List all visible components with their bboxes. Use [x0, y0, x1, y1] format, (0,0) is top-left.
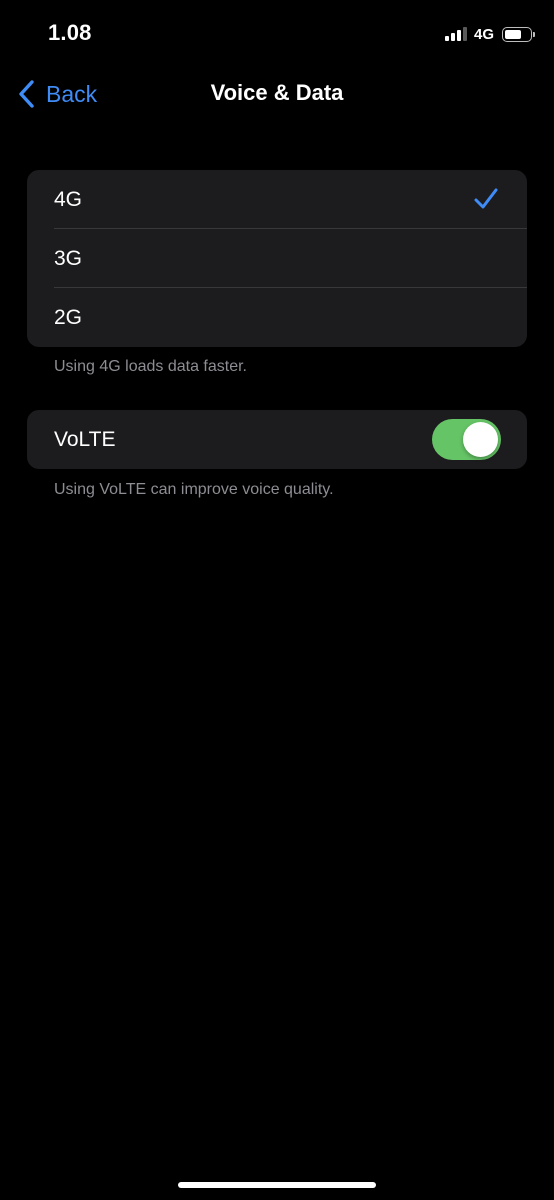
network-option-3g[interactable]: 3G — [27, 229, 527, 288]
network-footnote: Using 4G loads data faster. — [54, 358, 247, 375]
battery-icon — [502, 26, 535, 42]
volte-row: VoLTE — [27, 410, 527, 469]
network-option-label: 3G — [54, 246, 83, 270]
volte-label: VoLTE — [54, 427, 116, 451]
status-time: 1.08 — [48, 20, 92, 45]
network-option-2g[interactable]: 2G — [27, 288, 527, 347]
status-indicators: 4G — [444, 24, 535, 44]
volte-group: VoLTE — [27, 410, 527, 469]
network-option-4g[interactable]: 4G — [27, 170, 527, 229]
home-indicator[interactable] — [178, 1182, 376, 1188]
network-option-label: 2G — [54, 305, 83, 329]
volte-toggle[interactable] — [432, 419, 501, 460]
back-label: Back — [46, 80, 98, 107]
chevron-left-icon — [19, 80, 34, 108]
navigation-bar: Voice & Data Back — [0, 66, 554, 122]
battery-level-fill — [505, 29, 521, 39]
network-type-list: 4G 3G 2G — [27, 170, 527, 347]
network-option-label: 4G — [54, 187, 83, 211]
checkmark-icon — [474, 188, 498, 209]
volte-footnote: Using VoLTE can improve voice quality. — [54, 481, 334, 498]
network-type-label: 4G — [473, 25, 494, 43]
status-bar: 1.08 4G — [0, 0, 554, 66]
back-button[interactable]: Back — [16, 78, 97, 110]
signal-bars-icon — [444, 27, 467, 41]
toggle-knob — [463, 422, 498, 457]
